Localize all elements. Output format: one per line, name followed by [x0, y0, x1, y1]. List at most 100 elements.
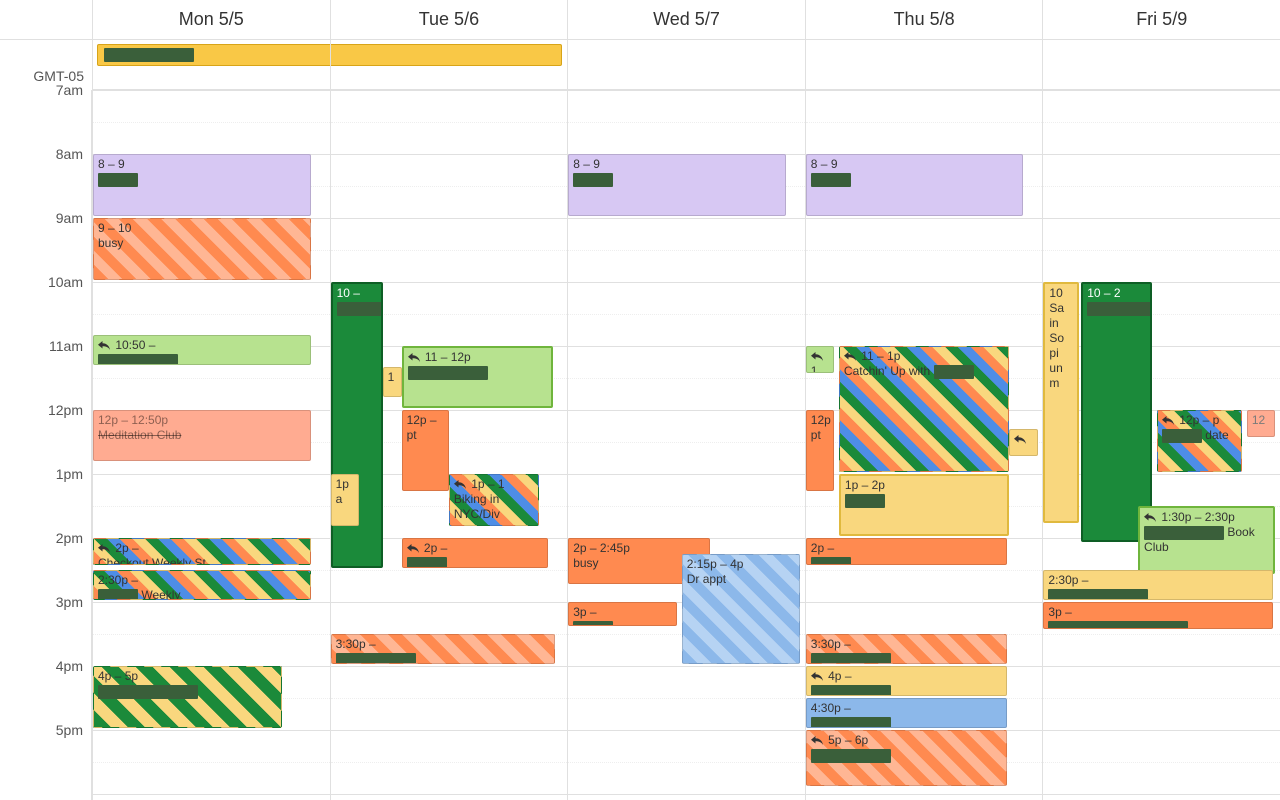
calendar-event[interactable]: 1pa	[331, 474, 359, 526]
event-time: 4:30p –	[811, 701, 851, 715]
calendar-event[interactable]: 3p –	[568, 602, 677, 626]
calendar-event[interactable]: 3p –	[1043, 602, 1273, 629]
event-title: busy	[98, 236, 306, 251]
hour-label: 10am	[48, 274, 83, 290]
event-title	[845, 493, 1003, 508]
event-time: 12p	[811, 413, 831, 427]
hour-label: 9am	[56, 210, 83, 226]
event-time: 1p – 2p	[845, 478, 885, 492]
event-time: 3:30p –	[336, 637, 376, 651]
calendar-event[interactable]: 2p –Checkout Weekly St	[93, 538, 311, 565]
calendar-event[interactable]: 1p – 1Biking in NYC/Div	[449, 474, 539, 526]
event-time: 5p – 6p	[811, 733, 868, 747]
calendar-event[interactable]: 2:30p –	[1043, 570, 1273, 600]
allday-cell[interactable]	[567, 40, 805, 90]
calendar-event[interactable]	[1009, 429, 1037, 456]
redacted-text	[104, 48, 194, 62]
calendar-event[interactable]: 1:30p – 2:30p Book Club	[1138, 506, 1275, 574]
calendar-event[interactable]: 1p – 2p	[839, 474, 1009, 536]
day-column[interactable]: 10Sa in So pi un m 10 – 2 12p – p date 1…	[1042, 90, 1280, 800]
day-column[interactable]: 8 – 9 9 – 10busy 10:50 – 12p – 12:50pMed…	[92, 90, 330, 800]
calendar-event[interactable]: 9 – 10busy	[93, 218, 311, 280]
redacted-text	[336, 653, 416, 664]
redacted-text	[1048, 621, 1188, 629]
event-title	[811, 716, 1002, 728]
calendar-event[interactable]: 8 – 9	[93, 154, 311, 216]
redacted-text	[934, 365, 974, 379]
allday-cell[interactable]	[805, 40, 1043, 90]
hour-label: 3pm	[56, 594, 83, 610]
event-time: 10:50 –	[98, 338, 155, 352]
calendar-event[interactable]: 8 – 9	[806, 154, 1024, 216]
calendar-event[interactable]: 11 – 1pCatchin' Up with	[839, 346, 1009, 472]
event-time: 2:30p –	[1048, 573, 1088, 587]
event-time: 10	[1049, 286, 1062, 300]
calendar-event[interactable]: 11 – 12p	[402, 346, 553, 408]
event-title	[98, 684, 277, 699]
redacted-text	[573, 621, 613, 626]
calendar-event[interactable]: 4p – 5p	[93, 666, 282, 728]
redacted-text	[98, 685, 198, 699]
reply-icon	[407, 544, 419, 554]
redacted-text	[811, 717, 891, 728]
event-time: 10 – 2	[1087, 286, 1120, 300]
hour-label: 7am	[56, 82, 83, 98]
reply-icon	[98, 544, 110, 554]
day-header[interactable]: Thu 5/8	[805, 0, 1043, 40]
calendar-event[interactable]: 2:15p – 4pDr appt	[682, 554, 800, 664]
redacted-text	[408, 366, 488, 380]
calendar-event[interactable]: 2:30p – Weekly	[93, 570, 311, 600]
event-time: 4p – 5p	[98, 669, 138, 683]
day-header[interactable]: Wed 5/7	[567, 0, 805, 40]
calendar-event[interactable]: 3:30p –	[331, 634, 556, 664]
hour-label: 2pm	[56, 530, 83, 546]
calendar-event[interactable]: 1	[383, 367, 402, 397]
day-column[interactable]: 10 – 1 11 – 12p 12p –pt 1pa 1p – 1Biking…	[330, 90, 568, 800]
hour-label: 1pm	[56, 466, 83, 482]
calendar-event[interactable]: 12ppt	[806, 410, 834, 491]
calendar-event[interactable]: 8 – 9	[568, 154, 786, 216]
calendar-event[interactable]: 10 – 2	[1081, 282, 1152, 542]
day-column[interactable]: 8 – 9 2p – 2:45pbusy 2:15p – 4pDr appt 3…	[567, 90, 805, 800]
hour-label: 5pm	[56, 722, 83, 738]
event-time: 3p –	[573, 605, 596, 619]
calendar-event[interactable]: 1	[806, 346, 834, 373]
event-time: 11 – 12p	[408, 350, 471, 364]
event-time: 3p –	[1048, 605, 1071, 619]
calendar-event[interactable]: 12p –pt	[402, 410, 449, 491]
event-title	[336, 652, 551, 664]
calendar-event[interactable]: 2p –	[806, 538, 1007, 565]
event-title: Dr appt	[687, 572, 795, 587]
calendar-event[interactable]: 10:50 –	[93, 335, 311, 365]
redacted-text	[1162, 429, 1202, 443]
event-title: a	[336, 492, 354, 507]
allday-cell[interactable]	[1042, 40, 1280, 90]
allday-cell[interactable]	[92, 40, 330, 90]
time-gutter: 7am8am9am10am11am12pm1pm2pm3pm4pm5pm	[0, 90, 92, 800]
calendar-event[interactable]: 5p – 6p	[806, 730, 1007, 786]
redacted-text	[811, 653, 891, 664]
calendar-event[interactable]: 10Sa in So pi un m	[1043, 282, 1078, 523]
calendar-event[interactable]: 12	[1247, 410, 1275, 437]
calendar-week-view: GMT-05 Mon 5/5 8 – 9 9 – 10busy 10:50 – …	[0, 0, 1280, 800]
day-header[interactable]: Tue 5/6	[330, 0, 568, 40]
allday-cell[interactable]	[330, 40, 568, 90]
calendar-event[interactable]: 4:30p –	[806, 698, 1007, 728]
event-time: 8 – 9	[573, 157, 600, 171]
redacted-text	[407, 557, 447, 568]
event-time: 12p – p	[1162, 413, 1219, 427]
event-time: 2p –	[407, 541, 448, 555]
calendar-event[interactable]: 12p – 12:50pMeditation Club	[93, 410, 311, 461]
calendar-event[interactable]: 3:30p –	[806, 634, 1007, 664]
day-header[interactable]: Fri 5/9	[1042, 0, 1280, 40]
day-column[interactable]: 8 – 9 1 11 – 1pCatchin' Up with 12ppt 1p…	[805, 90, 1043, 800]
reply-icon	[1162, 416, 1174, 426]
calendar-event[interactable]: 12p – p date	[1157, 410, 1242, 472]
event-title	[811, 652, 1002, 664]
calendar-event[interactable]: 4p –	[806, 666, 1007, 696]
day-header[interactable]: Mon 5/5	[92, 0, 330, 40]
event-title	[1048, 620, 1268, 629]
event-time: 1	[388, 370, 395, 384]
redacted-text	[98, 354, 178, 365]
calendar-event[interactable]: 2p –	[402, 538, 549, 568]
